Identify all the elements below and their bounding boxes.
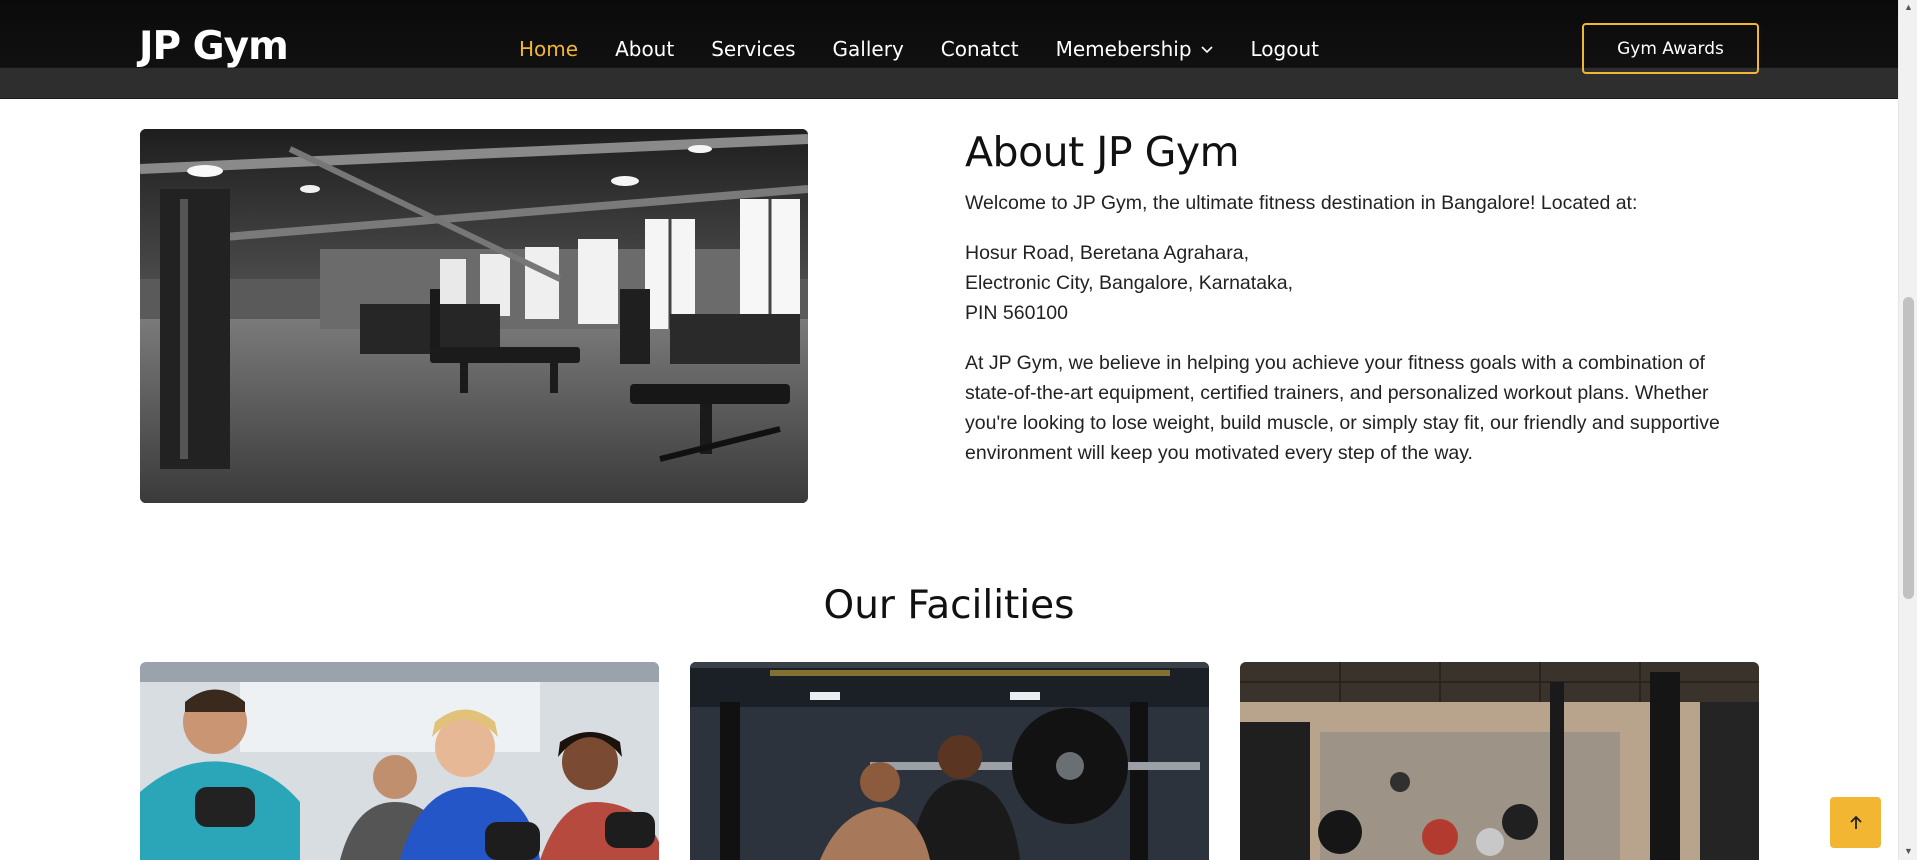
scroll-down-arrow-icon[interactable]: ▼	[1904, 847, 1913, 856]
main-nav: Home About Services Gallery Conatct Meme…	[519, 36, 1356, 62]
nav-services[interactable]: Services	[711, 37, 795, 61]
nav-home[interactable]: Home	[519, 37, 578, 61]
nav-logout[interactable]: Logout	[1251, 37, 1319, 61]
address-line-2: Electronic City, Bangalore, Karnataka,	[965, 272, 1294, 294]
gym-awards-button[interactable]: Gym Awards	[1582, 23, 1759, 74]
nav-membership-label: Memebership	[1055, 37, 1192, 61]
about-gym-image	[140, 129, 808, 503]
scroll-up-arrow-icon[interactable]: ▲	[1904, 3, 1913, 12]
nav-about[interactable]: About	[615, 37, 674, 61]
about-address: Hosur Road, Beretana Agrahara, Electroni…	[965, 238, 1745, 328]
site-header: JP Gym Home About Services Gallery Conat…	[0, 0, 1898, 99]
back-to-top-button[interactable]	[1830, 797, 1881, 848]
chevron-down-icon	[1200, 46, 1213, 54]
about-section: About JP Gym Welcome to JP Gym, the ulti…	[965, 128, 1745, 468]
scroll-thumb[interactable]	[1903, 297, 1914, 599]
address-line-3: PIN 560100	[965, 302, 1068, 324]
facility-image-gym-floor	[1240, 662, 1759, 860]
nav-gallery[interactable]: Gallery	[833, 37, 904, 61]
address-line-1: Hosur Road, Beretana Agrahara,	[965, 242, 1250, 264]
about-body: At JP Gym, we believe in helping you ach…	[965, 352, 1720, 464]
arrow-up-icon	[1849, 815, 1862, 829]
about-title: About JP Gym	[965, 128, 1240, 176]
brand-logo[interactable]: JP Gym	[139, 24, 289, 69]
facility-image-weightlifting	[690, 662, 1209, 860]
page-scrollbar[interactable]: ▲ ▼	[1898, 0, 1917, 860]
nav-membership[interactable]: Memebership	[1056, 37, 1214, 61]
about-intro: Welcome to JP Gym, the ultimate fitness …	[965, 192, 1638, 214]
nav-contact[interactable]: Conatct	[941, 37, 1019, 61]
facilities-title: Our Facilities	[823, 583, 1075, 628]
facility-image-group-class	[140, 662, 659, 860]
